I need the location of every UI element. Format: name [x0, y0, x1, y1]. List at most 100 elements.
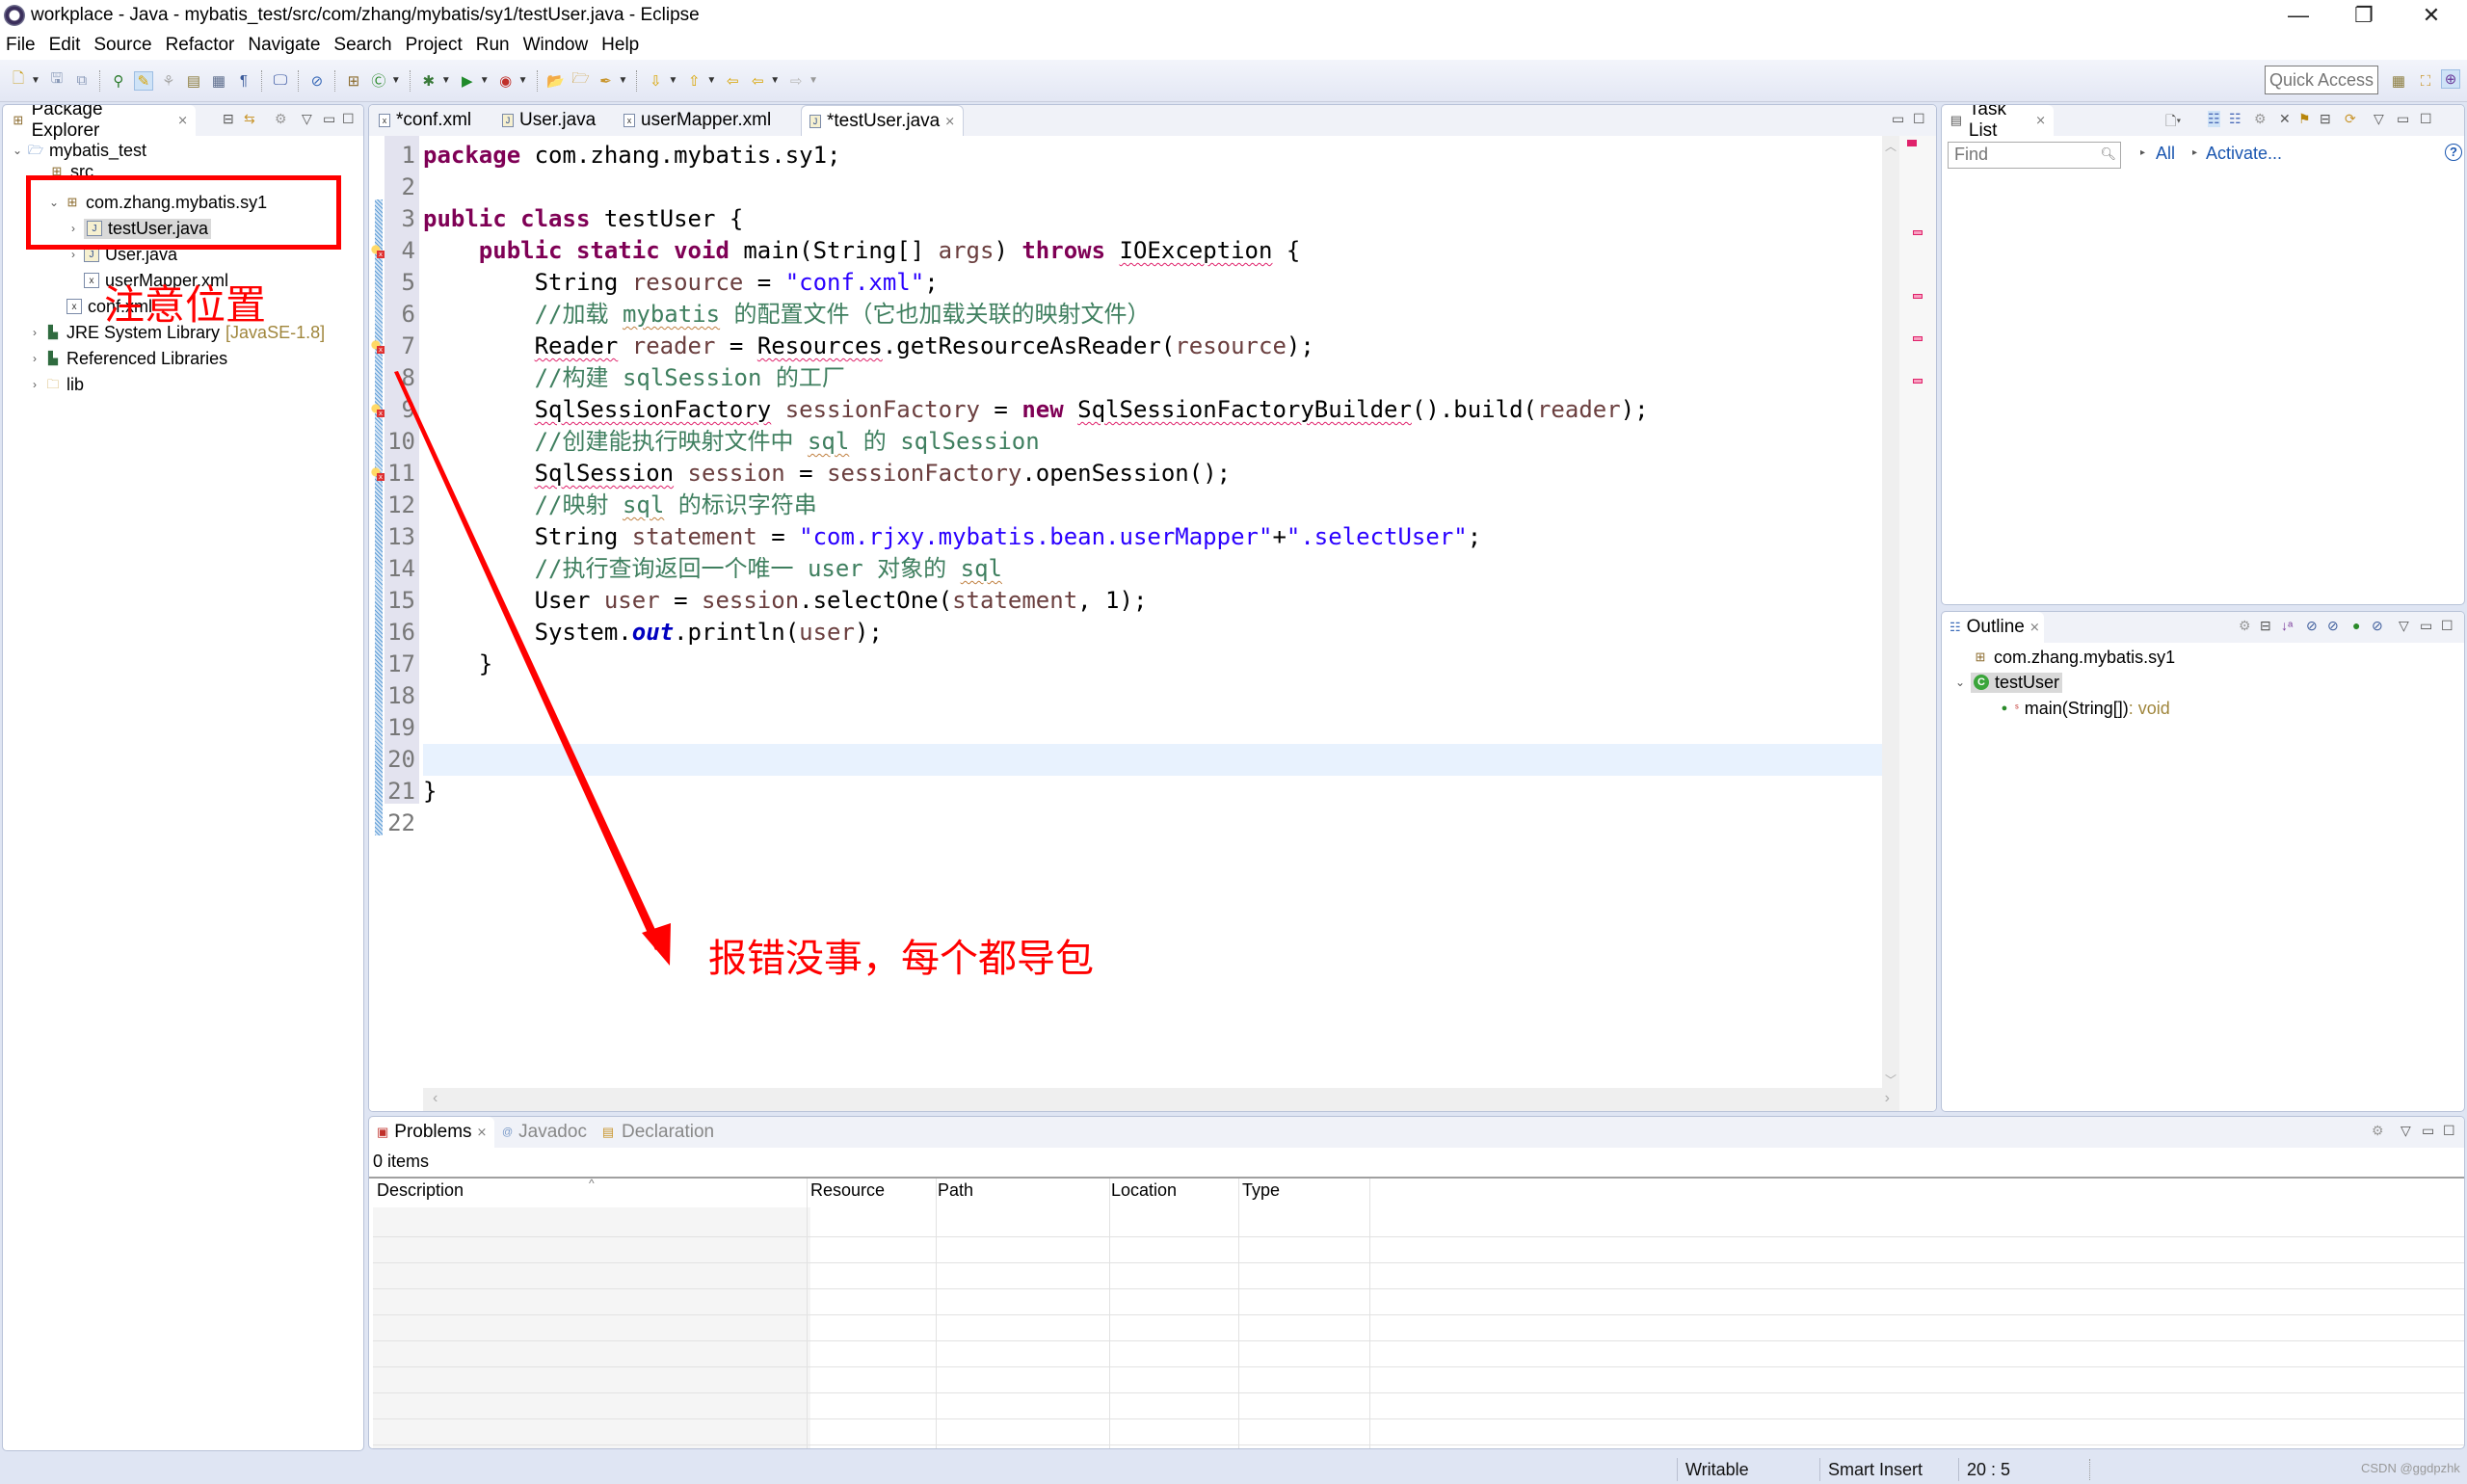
new-icon[interactable]: 🗋 [9, 70, 28, 91]
chevron-right-icon[interactable]: › [28, 352, 41, 365]
code-text[interactable]: User user = session.selectOne(statement,… [423, 585, 1148, 617]
code-text[interactable]: SqlSession session = sessionFactory.open… [423, 458, 1232, 490]
tab-testuser-java[interactable]: J *testUser.java ⨯ [801, 105, 965, 136]
code-line[interactable]: 6 //加载 mybatis 的配置文件（它也加载关联的映射文件） [369, 299, 1882, 331]
new-task-icon[interactable]: 🗋▾ [2165, 111, 2181, 134]
hide-completed-icon[interactable]: ✕ [2279, 111, 2291, 127]
code-line[interactable]: 21} [369, 776, 1882, 808]
view-menu-icon[interactable]: ▽ [302, 111, 312, 127]
menu-file[interactable]: File [6, 35, 36, 56]
column-header-location[interactable]: Location [1111, 1180, 1177, 1201]
error-overview-marker[interactable] [1913, 379, 1923, 384]
tab-javadoc[interactable]: @ Javadoc [494, 1117, 591, 1148]
filter-icon[interactable]: ⚙ [2372, 1123, 2384, 1139]
tab-outline[interactable]: ☷ Outline ⨯ [1942, 612, 2044, 643]
code-line[interactable]: 8 //构建 sqlSession 的工厂 [369, 362, 1882, 394]
chevron-right-icon[interactable]: › [28, 326, 41, 339]
filter-icon[interactable]: ⚙ [2254, 111, 2267, 127]
run-external-icon[interactable]: ◉ [496, 71, 516, 91]
code-area[interactable]: 1 package com.zhang.mybatis.sy1; 2 3 public … [369, 136, 1936, 1111]
menu-edit[interactable]: Edit [49, 35, 81, 56]
scroll-down-icon[interactable]: ﹀ [1885, 1072, 1897, 1088]
hide-local-types-icon[interactable]: ⊘ [2372, 618, 2383, 634]
error-quickfix-icon[interactable]: x [371, 404, 385, 417]
chevron-down-icon[interactable]: ⌄ [1953, 676, 1967, 689]
code-text[interactable]: public class testUser { [423, 203, 743, 235]
close-icon[interactable]: ⨯ [477, 1125, 488, 1140]
view-menu-icon[interactable]: ▽ [2399, 618, 2409, 634]
code-line[interactable]: 15 User user = session.selectOne(stateme… [369, 585, 1882, 617]
chevron-down-icon[interactable]: ⌄ [11, 144, 24, 157]
minimize-button[interactable]: — [2265, 0, 2332, 31]
filter-icon[interactable]: ⚙ [2239, 618, 2251, 634]
java-perspective-icon[interactable]: ⊕ [2441, 69, 2460, 89]
hide-fields-icon[interactable]: ⊘ [2306, 618, 2318, 634]
maximize-icon[interactable]: ☐ [342, 111, 355, 127]
hide-static-icon[interactable]: ⊘ [2327, 618, 2339, 634]
tab-declaration[interactable]: ▤ Declaration [593, 1117, 728, 1148]
open-resource-icon[interactable]: 🗁 [571, 70, 591, 91]
column-header-type[interactable]: Type [1242, 1180, 1280, 1201]
code-line[interactable]: 20 [369, 744, 1882, 776]
code-text[interactable]: //执行查询返回一个唯一 user 对象的 sql [423, 553, 1002, 585]
sort-icon[interactable]: ↓ᵃ [2281, 618, 2293, 633]
code-line[interactable]: 3 public class testUser { [369, 203, 1882, 235]
debug-icon[interactable]: ✱ [419, 71, 438, 91]
open-type-icon[interactable]: ⚲ [109, 71, 128, 91]
code-text[interactable]: System.out.println(user); [423, 617, 883, 649]
code-text[interactable]: SqlSessionFactory sessionFactory = new S… [423, 394, 1649, 426]
next-annotation-icon[interactable]: ⇩ [646, 71, 665, 91]
menu-run[interactable]: Run [476, 35, 510, 56]
outline-item-method[interactable]: ● ˢ main(String[]) : void [2000, 696, 2170, 721]
synchronize-icon[interactable]: ⟳ [2345, 111, 2356, 127]
code-text[interactable]: public static void main(String[] args) t… [423, 235, 1301, 267]
chevron-right-icon[interactable]: › [28, 378, 41, 391]
code-line[interactable]: 4 public static void main(String[] args)… [369, 235, 1882, 267]
maximize-icon[interactable]: ☐ [1913, 111, 1925, 127]
error-quickfix-icon[interactable]: x [371, 340, 385, 354]
save-all-icon[interactable]: ⧉ [72, 71, 92, 91]
tree-item-referenced-libraries[interactable]: › ▙ Referenced Libraries [28, 346, 227, 371]
task-find-input[interactable] [1949, 143, 2093, 166]
word-wrap-icon[interactable]: ¶ [234, 71, 253, 91]
code-line[interactable]: 9 SqlSessionFactory sessionFactory = new… [369, 394, 1882, 426]
scheduled-icon[interactable]: ☷ [2229, 111, 2242, 127]
tab-user-java[interactable]: J User.java [494, 105, 603, 136]
minimize-icon[interactable]: ▭ [2422, 1123, 2434, 1139]
filter-icon[interactable]: ⚙ [275, 111, 287, 127]
column-header-resource[interactable]: Resource [810, 1180, 885, 1201]
activate-link[interactable]: Activate... [2206, 144, 2282, 164]
tab-conf-xml[interactable]: x *conf.xml [371, 105, 479, 136]
code-line[interactable]: 5 String resource = "conf.xml"; [369, 267, 1882, 299]
minimize-icon[interactable]: ▭ [2397, 111, 2409, 127]
outline-item-class[interactable]: ⌄ C testUser [1953, 670, 2063, 695]
code-line[interactable]: 17 } [369, 649, 1882, 680]
code-line[interactable]: 14 //执行查询返回一个唯一 user 对象的 sql [369, 553, 1882, 585]
scroll-right-icon[interactable]: › [1885, 1090, 1890, 1107]
menu-help[interactable]: Help [601, 35, 639, 56]
code-line[interactable]: 10 //创建能执行映射文件中 sql 的 sqlSession [369, 426, 1882, 458]
error-quickfix-icon[interactable]: x [371, 245, 385, 258]
tree-item-lib[interactable]: › 🗀 lib [28, 372, 84, 397]
close-tab-icon[interactable]: ⨯ [944, 114, 955, 129]
show-whitespace-icon[interactable]: ▤ [184, 71, 203, 91]
menu-navigate[interactable]: Navigate [248, 35, 320, 56]
last-edit-icon[interactable]: ⇦ [723, 71, 742, 91]
all-link[interactable]: All [2156, 144, 2175, 164]
pen-icon[interactable]: ✒ [597, 71, 616, 91]
run-icon[interactable]: ▶ [458, 71, 477, 91]
link-editor-icon[interactable]: ⇆ [244, 111, 255, 127]
error-summary-marker[interactable] [1907, 140, 1917, 146]
code-text[interactable]: } [423, 776, 437, 808]
collapse-all-icon[interactable]: ⊟ [2320, 111, 2331, 127]
code-line[interactable]: 13 String statement = "com.rjxy.mybatis.… [369, 521, 1882, 553]
column-header-path[interactable]: Path [938, 1180, 973, 1201]
breakpoint-skip-icon[interactable]: ⊘ [307, 71, 327, 91]
menu-window[interactable]: Window [523, 35, 589, 56]
code-text[interactable]: //映射 sql 的标识字符串 [423, 490, 817, 521]
help-icon[interactable]: ? [2445, 144, 2462, 161]
forward-icon[interactable]: ⇨ [786, 71, 806, 91]
java-ee-perspective-icon[interactable]: ⛶ [2416, 71, 2435, 91]
code-text[interactable]: String statement = "com.rjxy.mybatis.bea… [423, 521, 1482, 553]
save-icon[interactable]: 🖫 [47, 70, 66, 91]
